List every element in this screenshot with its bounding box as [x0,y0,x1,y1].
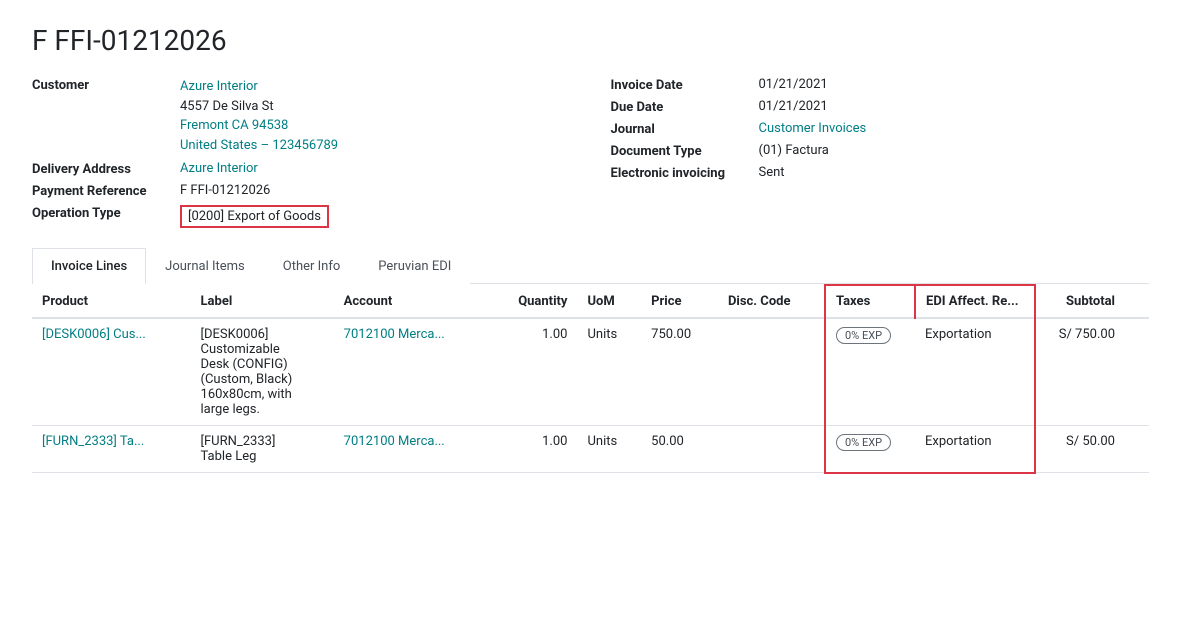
row1-menu [1125,318,1149,426]
row1-label-main: [DESK0006] [201,327,269,342]
row1-tax-badge[interactable]: 0% EXP [836,327,891,344]
col-header-taxes: Taxes [825,285,915,318]
invoice-lines-table-container: Product Label Account Quantity UoM Price… [32,284,1149,474]
tabs-bar: Invoice Lines Journal Items Other Info P… [32,248,1149,284]
row2-product[interactable]: [FURN_2333] Ta... [32,426,191,473]
col-header-price: Price [641,285,718,318]
customer-address2[interactable]: Fremont CA 94538 [180,116,338,136]
row2-label: [FURN_2333] Table Leg [191,426,334,473]
customer-field: Customer Azure Interior 4557 De Silva St… [32,77,571,155]
e-invoicing-label: Electronic invoicing [611,165,751,181]
row2-uom: Units [577,426,641,473]
col-header-subtotal: Subtotal [1035,285,1125,318]
row2-taxes: 0% EXP [825,426,915,473]
customer-address1: 4557 De Silva St [180,97,338,117]
row1-taxes: 0% EXP [825,318,915,426]
due-date-value: 01/21/2021 [759,99,828,114]
tab-invoice-lines[interactable]: Invoice Lines [32,248,146,284]
row2-account[interactable]: 7012100 Merca... [334,426,489,473]
delivery-address-label: Delivery Address [32,161,172,177]
due-date-label: Due Date [611,99,751,115]
operation-type-value: [0200] Export of Goods [180,205,329,228]
row2-subtotal: S/ 50.00 [1035,426,1125,473]
payment-ref-label: Payment Reference [32,183,172,199]
invoice-date-value: 01/21/2021 [759,77,828,92]
doc-type-field: Document Type (01) Factura [611,143,1150,159]
form-section: Customer Azure Interior 4557 De Silva St… [32,77,1149,228]
row1-product[interactable]: [DESK0006] Cus... [32,318,191,426]
table-row: [FURN_2333] Ta... [FURN_2333] Table Leg … [32,426,1149,473]
row1-quantity: 1.00 [489,318,578,426]
delivery-address-value[interactable]: Azure Interior [180,161,258,176]
doc-type-label: Document Type [611,143,751,159]
row2-disc-code [718,426,825,473]
col-header-account: Account [334,285,489,318]
invoice-lines-table: Product Label Account Quantity UoM Price… [32,284,1149,474]
table-body: [DESK0006] Cus... [DESK0006] Customizabl… [32,318,1149,473]
row1-uom: Units [577,318,641,426]
tab-other-info[interactable]: Other Info [264,248,360,284]
delivery-address-field: Delivery Address Azure Interior [32,161,571,177]
row1-price: 750.00 [641,318,718,426]
row2-label-detail: Table Leg [201,449,257,464]
journal-field: Journal Customer Invoices [611,121,1150,137]
tab-peruvian-edi[interactable]: Peruvian EDI [359,248,470,284]
table-header: Product Label Account Quantity UoM Price… [32,285,1149,318]
e-invoicing-field: Electronic invoicing Sent [611,165,1150,181]
row2-edi: Exportation [915,426,1035,473]
table-row: [DESK0006] Cus... [DESK0006] Customizabl… [32,318,1149,426]
customer-name[interactable]: Azure Interior [180,77,338,97]
row1-account[interactable]: 7012100 Merca... [334,318,489,426]
payment-ref-value: F FFI-01212026 [180,183,270,198]
invoice-date-field: Invoice Date 01/21/2021 [611,77,1150,93]
e-invoicing-value: Sent [759,165,785,180]
row2-label-main: [FURN_2333] [201,434,276,449]
col-header-disc-code: Disc. Code [718,285,825,318]
row1-disc-code [718,318,825,426]
row2-menu [1125,426,1149,473]
row2-tax-badge[interactable]: 0% EXP [836,434,891,451]
operation-type-label: Operation Type [32,205,172,221]
row1-edi: Exportation [915,318,1035,426]
row1-subtotal: S/ 750.00 [1035,318,1125,426]
col-header-edi: EDI Affect. Re... [915,285,1035,318]
row2-quantity: 1.00 [489,426,578,473]
doc-type-value: (01) Factura [759,143,829,158]
col-header-quantity: Quantity [489,285,578,318]
payment-ref-field: Payment Reference F FFI-01212026 [32,183,571,199]
due-date-field: Due Date 01/21/2021 [611,99,1150,115]
operation-type-field: Operation Type [0200] Export of Goods [32,205,571,228]
page-title: F FFI-01212026 [32,24,1149,57]
form-left: Customer Azure Interior 4557 De Silva St… [32,77,571,228]
row2-price: 50.00 [641,426,718,473]
journal-value[interactable]: Customer Invoices [759,121,867,136]
invoice-date-label: Invoice Date [611,77,751,93]
customer-value: Azure Interior 4557 De Silva St Fremont … [180,77,338,155]
row1-label: [DESK0006] CustomizableDesk (CONFIG)(Cus… [191,318,334,426]
col-header-menu [1125,285,1149,318]
tab-journal-items[interactable]: Journal Items [146,248,264,284]
col-header-product: Product [32,285,191,318]
row1-label-detail: CustomizableDesk (CONFIG)(Custom, Black)… [201,342,293,417]
col-header-uom: UoM [577,285,641,318]
form-right: Invoice Date 01/21/2021 Due Date 01/21/2… [611,77,1150,228]
customer-label: Customer [32,77,172,93]
customer-address3[interactable]: United States – 123456789 [180,136,338,156]
col-header-label: Label [191,285,334,318]
journal-label: Journal [611,121,751,137]
